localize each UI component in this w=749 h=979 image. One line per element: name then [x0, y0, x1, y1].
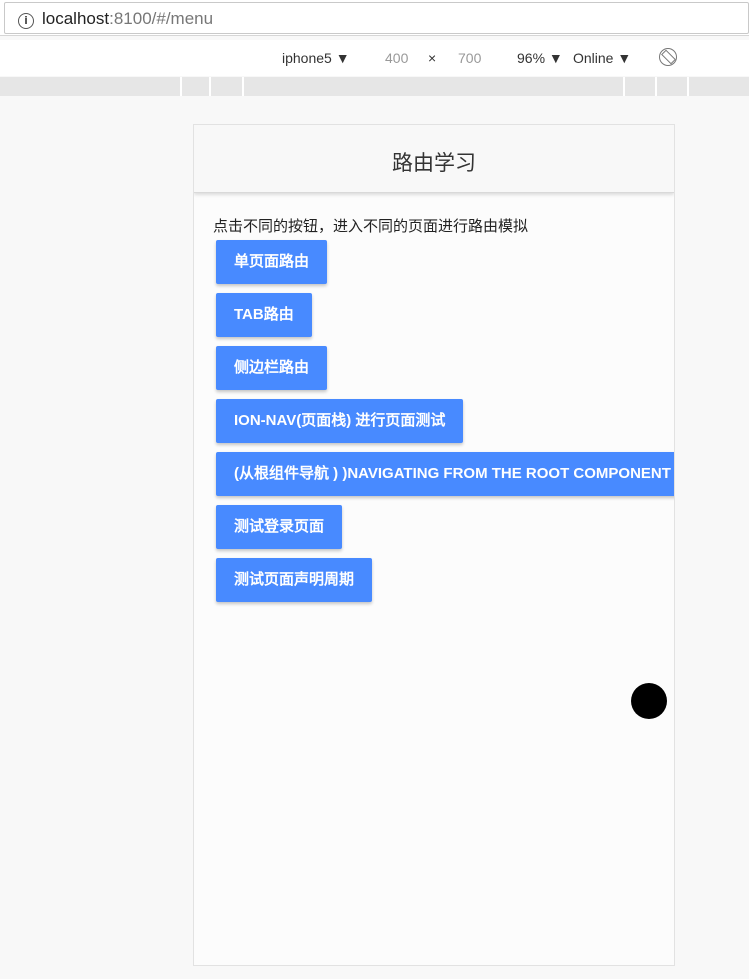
- zoom-select[interactable]: 96% ▼: [517, 50, 563, 66]
- description-text: 点击不同的按钮，进入不同的页面进行路由模拟: [213, 217, 529, 235]
- single-page-route-button[interactable]: 单页面路由: [216, 240, 328, 284]
- media-query-ruler[interactable]: [0, 77, 749, 96]
- address-bar: i localhost:8100/#/menu: [0, 0, 749, 36]
- device-select[interactable]: iphone5 ▼: [282, 50, 350, 66]
- url-text[interactable]: localhost:8100/#/menu: [42, 9, 213, 29]
- url-box[interactable]: i localhost:8100/#/menu: [4, 2, 749, 34]
- network-select[interactable]: Online ▼: [573, 50, 631, 66]
- width-input[interactable]: 400: [385, 50, 408, 66]
- height-input[interactable]: 700: [458, 50, 481, 66]
- device-viewport: 路由学习 点击不同的按钮，进入不同的页面进行路由模拟 单页面路由 TAB路由 侧…: [193, 124, 675, 966]
- info-icon[interactable]: i: [18, 13, 34, 29]
- sidebar-route-button[interactable]: 侧边栏路由: [216, 346, 328, 390]
- lifecycle-page-button[interactable]: 测试页面声明周期: [216, 558, 373, 602]
- page-title: 路由学习: [392, 151, 476, 175]
- login-page-button[interactable]: 测试登录页面: [216, 505, 343, 549]
- root-navigation-button[interactable]: (从根组件导航 ) )NAVIGATING FROM THE ROOT COMP…: [216, 452, 674, 496]
- rotate-icon[interactable]: [659, 48, 677, 66]
- ion-nav-button[interactable]: ION-NAV(页面栈) 进行页面测试: [216, 399, 464, 443]
- url-path: :8100/#/menu: [109, 9, 214, 28]
- touch-cursor: [631, 683, 667, 719]
- device-toolbar: iphone5 ▼ 400 × 700 96% ▼ Online ▼: [0, 40, 749, 76]
- times-sign: ×: [428, 50, 437, 66]
- page-header: 路由学习: [194, 125, 674, 193]
- url-host: localhost: [42, 9, 110, 28]
- tab-route-button[interactable]: TAB路由: [216, 293, 312, 337]
